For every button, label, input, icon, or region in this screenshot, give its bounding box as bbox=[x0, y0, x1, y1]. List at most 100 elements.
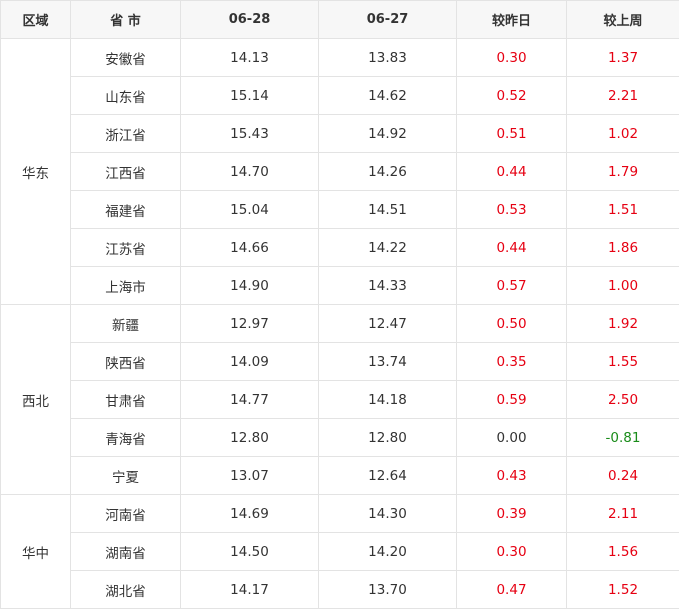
change-vs-yesterday-cell: 0.44 bbox=[456, 228, 567, 267]
table-row: 华中 河南省 14.69 14.30 0.39 2.11 bbox=[0, 494, 679, 609]
table-row: 青海省 12.80 12.80 0.00 -0.81 bbox=[1, 418, 679, 457]
change-vs-last-week-cell: 1.37 bbox=[566, 38, 679, 77]
table-row: 西北 新疆 12.97 12.47 0.50 1.92 bbox=[0, 304, 679, 495]
change-vs-yesterday-cell: 0.52 bbox=[456, 76, 567, 115]
price-date-2-cell: 13.70 bbox=[318, 570, 457, 609]
price-date-1-cell: 15.43 bbox=[180, 114, 319, 153]
header-date-2: 06-27 bbox=[318, 0, 457, 39]
header-region: 区域 bbox=[0, 0, 71, 39]
province-cell: 宁夏 bbox=[70, 456, 181, 495]
change-vs-yesterday-cell: 0.57 bbox=[456, 266, 567, 305]
table-row: 浙江省 15.43 14.92 0.51 1.02 bbox=[1, 114, 679, 153]
header-date-1: 06-28 bbox=[180, 0, 319, 39]
province-cell: 河南省 bbox=[70, 494, 181, 533]
table-row: 华东 安徽省 14.13 13.83 0.30 1.37 bbox=[0, 38, 679, 305]
price-date-2-cell: 13.74 bbox=[318, 342, 457, 381]
province-cell: 青海省 bbox=[70, 418, 181, 457]
change-vs-last-week-cell: 1.86 bbox=[566, 228, 679, 267]
change-vs-yesterday-cell: 0.30 bbox=[456, 532, 567, 571]
price-date-2-cell: 14.26 bbox=[318, 152, 457, 191]
province-cell: 新疆 bbox=[70, 304, 181, 343]
price-date-1-cell: 15.14 bbox=[180, 76, 319, 115]
price-date-2-cell: 14.30 bbox=[318, 494, 457, 533]
price-date-1-cell: 14.09 bbox=[180, 342, 319, 381]
header-province: 省 市 bbox=[70, 0, 181, 39]
province-cell: 山东省 bbox=[70, 76, 181, 115]
price-date-1-cell: 14.66 bbox=[180, 228, 319, 267]
change-vs-last-week-cell: 1.56 bbox=[566, 532, 679, 571]
change-vs-last-week-cell: 1.00 bbox=[566, 266, 679, 305]
change-vs-last-week-cell: 2.11 bbox=[566, 494, 679, 533]
province-cell: 甘肃省 bbox=[70, 380, 181, 419]
change-vs-yesterday-cell: 0.59 bbox=[456, 380, 567, 419]
change-vs-last-week-cell: 1.92 bbox=[566, 304, 679, 343]
change-vs-last-week-cell: 2.50 bbox=[566, 380, 679, 419]
change-vs-yesterday-cell: 0.35 bbox=[456, 342, 567, 381]
region-cell: 华中 bbox=[0, 494, 71, 609]
price-date-1-cell: 14.69 bbox=[180, 494, 319, 533]
province-cell: 江西省 bbox=[70, 152, 181, 191]
table-row: 福建省 15.04 14.51 0.53 1.51 bbox=[1, 190, 679, 229]
table-row: 江西省 14.70 14.26 0.44 1.79 bbox=[1, 152, 679, 191]
region-cell: 西北 bbox=[0, 304, 71, 495]
price-date-2-cell: 14.33 bbox=[318, 266, 457, 305]
table-row: 甘肃省 14.77 14.18 0.59 2.50 bbox=[1, 380, 679, 419]
price-date-2-cell: 14.92 bbox=[318, 114, 457, 153]
price-date-1-cell: 14.13 bbox=[180, 38, 319, 77]
table-row: 山东省 15.14 14.62 0.52 2.21 bbox=[1, 76, 679, 115]
change-vs-yesterday-cell: 0.39 bbox=[456, 494, 567, 533]
change-vs-yesterday-cell: 0.53 bbox=[456, 190, 567, 229]
header-vs-yesterday: 较昨日 bbox=[456, 0, 567, 39]
change-vs-last-week-cell: 1.79 bbox=[566, 152, 679, 191]
table-row: 上海市 14.90 14.33 0.57 1.00 bbox=[1, 266, 679, 305]
price-date-2-cell: 12.64 bbox=[318, 456, 457, 495]
change-vs-last-week-cell: 1.52 bbox=[566, 570, 679, 609]
price-date-1-cell: 12.97 bbox=[180, 304, 319, 343]
province-cell: 浙江省 bbox=[70, 114, 181, 153]
price-date-1-cell: 14.77 bbox=[180, 380, 319, 419]
price-date-2-cell: 14.62 bbox=[318, 76, 457, 115]
price-table: 区域 省 市 06-28 06-27 较昨日 较上周 华东 安徽省 14.13 13.… bbox=[0, 0, 679, 609]
table-body: 华东 安徽省 14.13 13.83 0.30 1.37 山东省 15.14 14.62 0.52… bbox=[0, 38, 679, 609]
price-date-2-cell: 12.47 bbox=[318, 304, 457, 343]
change-vs-last-week-cell: 1.02 bbox=[566, 114, 679, 153]
change-vs-yesterday-cell: 0.44 bbox=[456, 152, 567, 191]
change-vs-yesterday-cell: 0.43 bbox=[456, 456, 567, 495]
province-cell: 江苏省 bbox=[70, 228, 181, 267]
table-header-row: 区域 省 市 06-28 06-27 较昨日 较上周 bbox=[0, 0, 679, 39]
price-date-2-cell: 14.51 bbox=[318, 190, 457, 229]
change-vs-yesterday-cell: 0.47 bbox=[456, 570, 567, 609]
table-row: 陕西省 14.09 13.74 0.35 1.55 bbox=[1, 342, 679, 381]
price-date-2-cell: 14.22 bbox=[318, 228, 457, 267]
province-cell: 福建省 bbox=[70, 190, 181, 229]
price-date-1-cell: 14.50 bbox=[180, 532, 319, 571]
table-row: 湖北省 14.17 13.70 0.47 1.52 bbox=[1, 570, 679, 609]
province-cell: 湖南省 bbox=[70, 532, 181, 571]
province-cell: 安徽省 bbox=[70, 38, 181, 77]
price-date-1-cell: 13.07 bbox=[180, 456, 319, 495]
change-vs-last-week-cell: 2.21 bbox=[566, 76, 679, 115]
table-row: 湖南省 14.50 14.20 0.30 1.56 bbox=[1, 532, 679, 571]
change-vs-last-week-cell: 1.51 bbox=[566, 190, 679, 229]
price-date-2-cell: 14.20 bbox=[318, 532, 457, 571]
change-vs-yesterday-cell: 0.30 bbox=[456, 38, 567, 77]
change-vs-last-week-cell: -0.81 bbox=[566, 418, 679, 457]
change-vs-yesterday-cell: 0.00 bbox=[456, 418, 567, 457]
price-date-2-cell: 12.80 bbox=[318, 418, 457, 457]
province-cell: 陕西省 bbox=[70, 342, 181, 381]
price-date-1-cell: 14.90 bbox=[180, 266, 319, 305]
change-vs-yesterday-cell: 0.51 bbox=[456, 114, 567, 153]
table-row: 江苏省 14.66 14.22 0.44 1.86 bbox=[1, 228, 679, 267]
region-cell: 华东 bbox=[0, 38, 71, 305]
change-vs-last-week-cell: 0.24 bbox=[566, 456, 679, 495]
province-cell: 湖北省 bbox=[70, 570, 181, 609]
province-cell: 上海市 bbox=[70, 266, 181, 305]
price-date-1-cell: 15.04 bbox=[180, 190, 319, 229]
change-vs-yesterday-cell: 0.50 bbox=[456, 304, 567, 343]
table-row: 宁夏 13.07 12.64 0.43 0.24 bbox=[1, 456, 679, 495]
price-date-2-cell: 14.18 bbox=[318, 380, 457, 419]
price-date-1-cell: 14.70 bbox=[180, 152, 319, 191]
price-date-1-cell: 12.80 bbox=[180, 418, 319, 457]
header-vs-last-week: 较上周 bbox=[566, 0, 679, 39]
change-vs-last-week-cell: 1.55 bbox=[566, 342, 679, 381]
